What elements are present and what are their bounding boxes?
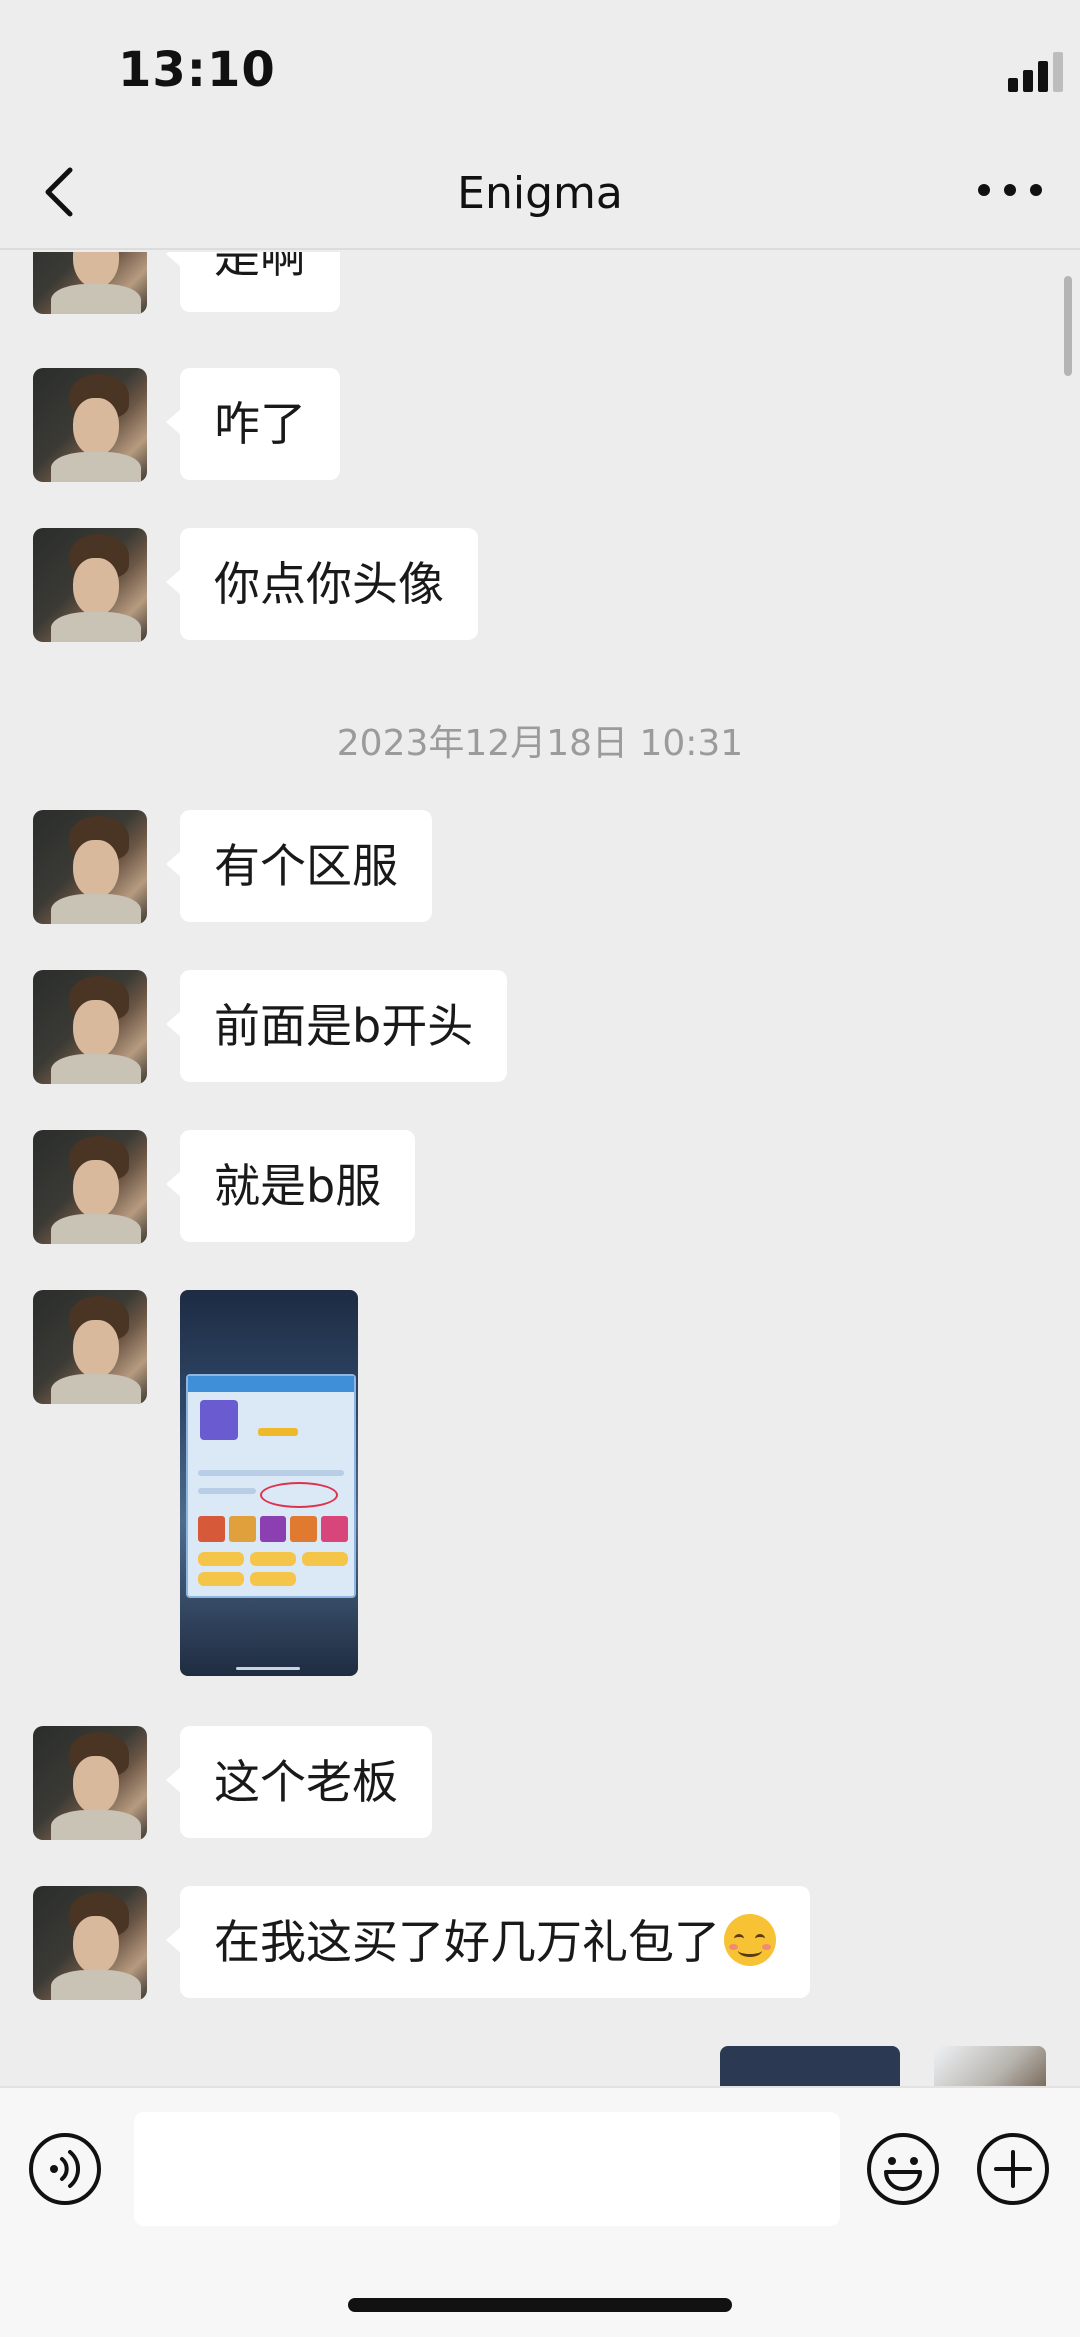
chat-title: Enigma — [457, 168, 623, 219]
message-text: 在我这买了好几万礼包了 — [214, 1915, 720, 1969]
status-time: 13:10 — [118, 42, 276, 98]
contact-avatar[interactable] — [33, 368, 147, 482]
message-bubble[interactable]: 你点你头像 — [166, 528, 478, 640]
message-input[interactable] — [134, 2112, 840, 2226]
highlight-circle — [260, 1482, 338, 1508]
message-bubble[interactable]: 有个区服 — [166, 810, 432, 922]
plus-icon[interactable] — [976, 2132, 1050, 2206]
message-bubble[interactable]: 这个老板 — [166, 1726, 432, 1838]
message-bubble[interactable]: 就是b服 — [165, 1130, 416, 1242]
contact-avatar[interactable] — [33, 1290, 147, 1404]
smiling-face-icon — [724, 1914, 776, 1966]
voice-input-icon[interactable] — [28, 2132, 102, 2206]
message-timestamp: 2023年12月18日 10:31 — [336, 723, 744, 764]
message-bubble[interactable]: 是啊 — [166, 252, 340, 312]
message-bubble[interactable]: 在我这买了好几万礼包了 — [166, 1886, 810, 1998]
contact-avatar[interactable] — [33, 810, 147, 924]
game-profile-card — [186, 1374, 356, 1598]
message-list[interactable]: 是啊 咋了 你点你头像 2023年12月18日 10:31 有个区服 前面是b开… — [0, 252, 1080, 2086]
home-indicator[interactable] — [348, 2298, 732, 2312]
cellular-signal-icon — [1008, 52, 1063, 92]
image-message-thumbnail[interactable] — [720, 2046, 900, 2086]
contact-avatar[interactable] — [33, 1130, 147, 1244]
contact-avatar[interactable] — [33, 1726, 147, 1840]
message-bubble[interactable]: 前面是b开头 — [165, 970, 508, 1082]
message-bubble[interactable]: 咋了 — [166, 368, 340, 480]
image-message-thumbnail[interactable] — [934, 2046, 1046, 2086]
chat-screen: 13:10 Enigma 是啊 咋了 你点你头像 2023年12月18日 10:… — [0, 0, 1080, 2337]
scrollbar[interactable] — [1064, 276, 1072, 376]
contact-avatar[interactable] — [33, 528, 147, 642]
contact-avatar[interactable] — [33, 252, 147, 314]
image-message-thumbnail[interactable] — [180, 1290, 358, 1676]
contact-avatar[interactable] — [33, 970, 147, 1084]
more-options-icon[interactable] — [978, 180, 1044, 200]
status-bar: 13:10 — [0, 0, 1080, 140]
emoji-icon[interactable] — [866, 2132, 940, 2206]
nav-bar: Enigma — [0, 140, 1080, 250]
contact-avatar[interactable] — [33, 1886, 147, 2000]
